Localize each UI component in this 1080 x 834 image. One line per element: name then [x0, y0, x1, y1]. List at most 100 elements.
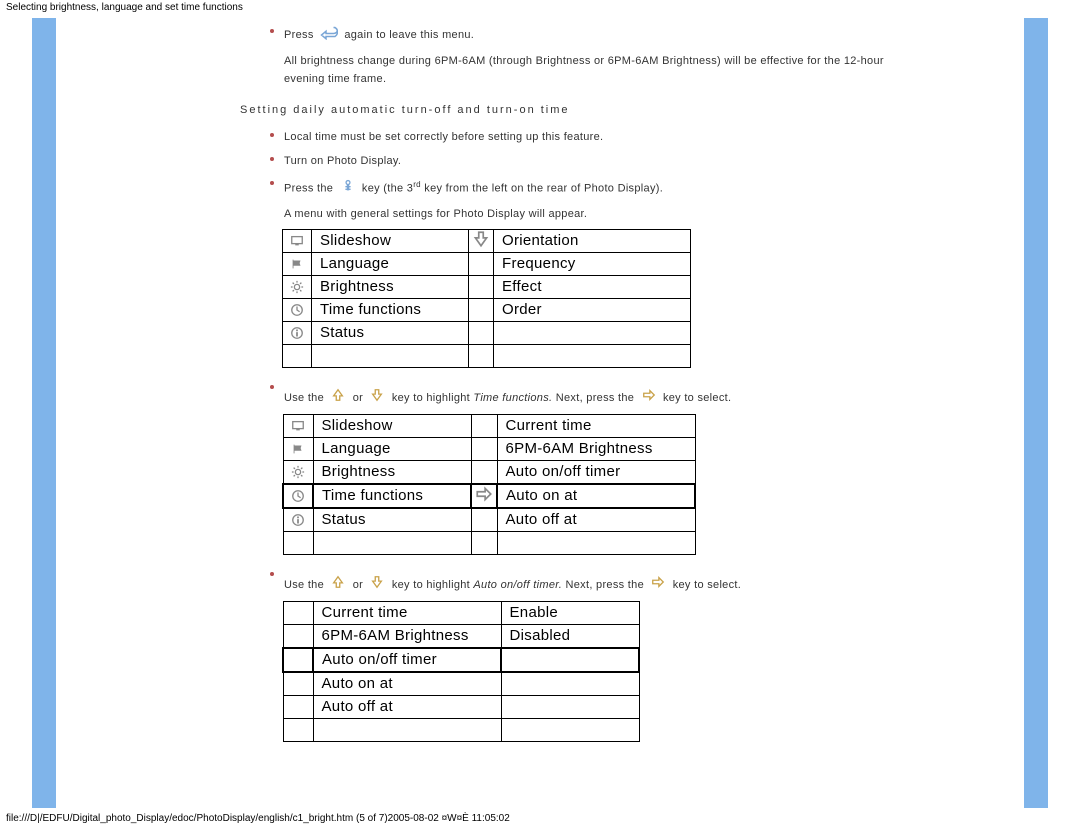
menu-left-label: [312, 344, 469, 367]
menu-right-label: Frequency: [494, 252, 691, 275]
text-or: or: [353, 392, 367, 404]
menu-row-icon: [283, 414, 313, 437]
menu-row-icon: [283, 718, 313, 741]
menu-right-label: [501, 718, 639, 741]
menu-row-icon: [283, 229, 312, 252]
bullet-dot: [270, 181, 274, 185]
menu-left-label: Slideshow: [312, 229, 469, 252]
back-arrow-icon: [320, 24, 338, 46]
down-arrow-icon: [369, 575, 385, 595]
text-highlight-b: Next, press the: [556, 392, 638, 404]
menu-left-label: Status: [312, 321, 469, 344]
table-row: [283, 344, 691, 367]
menu-left-label: [313, 531, 471, 554]
bullet-nav-auto-timer: Use the or key to highlight Auto on/off …: [270, 567, 910, 595]
menu-right-label: Order: [494, 298, 691, 321]
menu-right-label: Disabled: [501, 624, 639, 648]
menu-arrow-cell: [471, 460, 497, 484]
tool-key-icon: [340, 179, 356, 199]
table-row: Time functionsAuto on at: [283, 484, 695, 508]
menu-arrow-cell: [469, 229, 494, 252]
table-row: Language6PM-6AM Brightness: [283, 437, 695, 460]
text-use-the: Use the: [284, 392, 327, 404]
bullet-nav-time-functions: Use the or key to highlight Time functio…: [270, 380, 910, 408]
sup-rd: rd: [413, 180, 421, 189]
text-key-desc-a: key (the 3: [362, 183, 413, 195]
menu-arrow-cell: [469, 344, 494, 367]
menu-right-label: [497, 531, 695, 554]
menu-row-icon: [283, 344, 312, 367]
menu-row-icon: [283, 508, 313, 532]
menu-right-label: [494, 344, 691, 367]
menu-row-icon: [283, 601, 313, 624]
menu-arrow-cell: [469, 252, 494, 275]
down-arrow-icon: [369, 388, 385, 408]
menu-right-label: [501, 672, 639, 696]
menu-right-label: Auto off at: [497, 508, 695, 532]
bullet-dot: [270, 133, 274, 137]
right-arrow-icon: [650, 575, 666, 595]
menu-row-icon: [283, 460, 313, 484]
menu-left-label: Current time: [313, 601, 501, 624]
menu-right-label: Effect: [494, 275, 691, 298]
text-highlight-a: key to highlight: [392, 579, 474, 591]
menu-row-icon: [283, 648, 313, 672]
menu-left-label: 6PM-6AM Brightness: [313, 624, 501, 648]
text-menu-appear: A menu with general settings for Photo D…: [284, 205, 910, 223]
text-use-the: Use the: [284, 579, 327, 591]
page-wrap: Selecting brightness, language and set t…: [0, 0, 1080, 834]
menu-arrow-cell: [469, 275, 494, 298]
menu-row-icon: [283, 695, 313, 718]
menu-row-icon: [283, 275, 312, 298]
text-press-the: Press the: [284, 183, 337, 195]
menu-row-icon: [283, 624, 313, 648]
bullet-dot: [270, 157, 274, 161]
bullet-dot: [270, 572, 274, 576]
table-row: Auto off at: [283, 695, 639, 718]
text-press: Press: [284, 29, 314, 41]
menu-right-label: [501, 648, 639, 672]
table-row: Auto on at: [283, 672, 639, 696]
up-arrow-icon: [330, 575, 346, 595]
bullet-turn-on: Turn on Photo Display.: [270, 152, 910, 170]
bullet-local-time: Local time must be set correctly before …: [270, 128, 910, 146]
table-row: SlideshowCurrent time: [283, 414, 695, 437]
menu-left-label: Language: [313, 437, 471, 460]
menu-table-1: SlideshowOrientationLanguageFrequencyBri…: [282, 229, 691, 368]
text-local-time: Local time must be set correctly before …: [284, 131, 603, 143]
menu-right-label: Auto on at: [497, 484, 695, 508]
table-row: [283, 718, 639, 741]
menu-arrow-cell: [471, 484, 497, 508]
menu-row-icon: [283, 437, 313, 460]
text-again-leave: again to leave this menu.: [344, 29, 474, 41]
table-row: Status Auto off at: [283, 508, 695, 532]
table-row: Auto on/off timer: [283, 648, 639, 672]
text-highlight-b: Next, press the: [566, 579, 648, 591]
menu-left-label: Status: [313, 508, 471, 532]
table-row: LanguageFrequency: [283, 252, 691, 275]
menu-row-icon: [283, 531, 313, 554]
menu-left-label: Time functions: [312, 298, 469, 321]
footer-path: file:///D|/EDFU/Digital_photo_Display/ed…: [6, 813, 510, 824]
menu-left-label: Brightness: [312, 275, 469, 298]
text-turn-on: Turn on Photo Display.: [284, 155, 401, 167]
text-key-desc-b: key from the left on the rear of Photo D…: [421, 183, 663, 195]
menu-arrow-cell: [471, 531, 497, 554]
menu-arrow-cell: [471, 437, 497, 460]
right-side-bar: [1024, 18, 1048, 808]
table-row: Status: [283, 321, 691, 344]
text-to-select: key to select.: [663, 392, 731, 404]
bullet-press-key: Press the key (the 3rd key from the left…: [270, 176, 910, 223]
menu-right-label: [501, 695, 639, 718]
table-row: BrightnessAuto on/off timer: [283, 460, 695, 484]
menu-left-label: Auto on/off timer: [313, 648, 501, 672]
text-tf-italic: Time functions.: [473, 392, 552, 404]
menu-arrow-cell: [471, 414, 497, 437]
menu-row-icon: [283, 672, 313, 696]
table-row: Brightness Effect: [283, 275, 691, 298]
content-area: Press again to leave this menu. All brig…: [270, 24, 910, 754]
menu-left-label: [313, 718, 501, 741]
menu-arrow-cell: [471, 508, 497, 532]
menu-left-label: Auto on at: [313, 672, 501, 696]
menu-table-3: Current timeEnable6PM-6AM BrightnessDisa…: [282, 601, 640, 742]
